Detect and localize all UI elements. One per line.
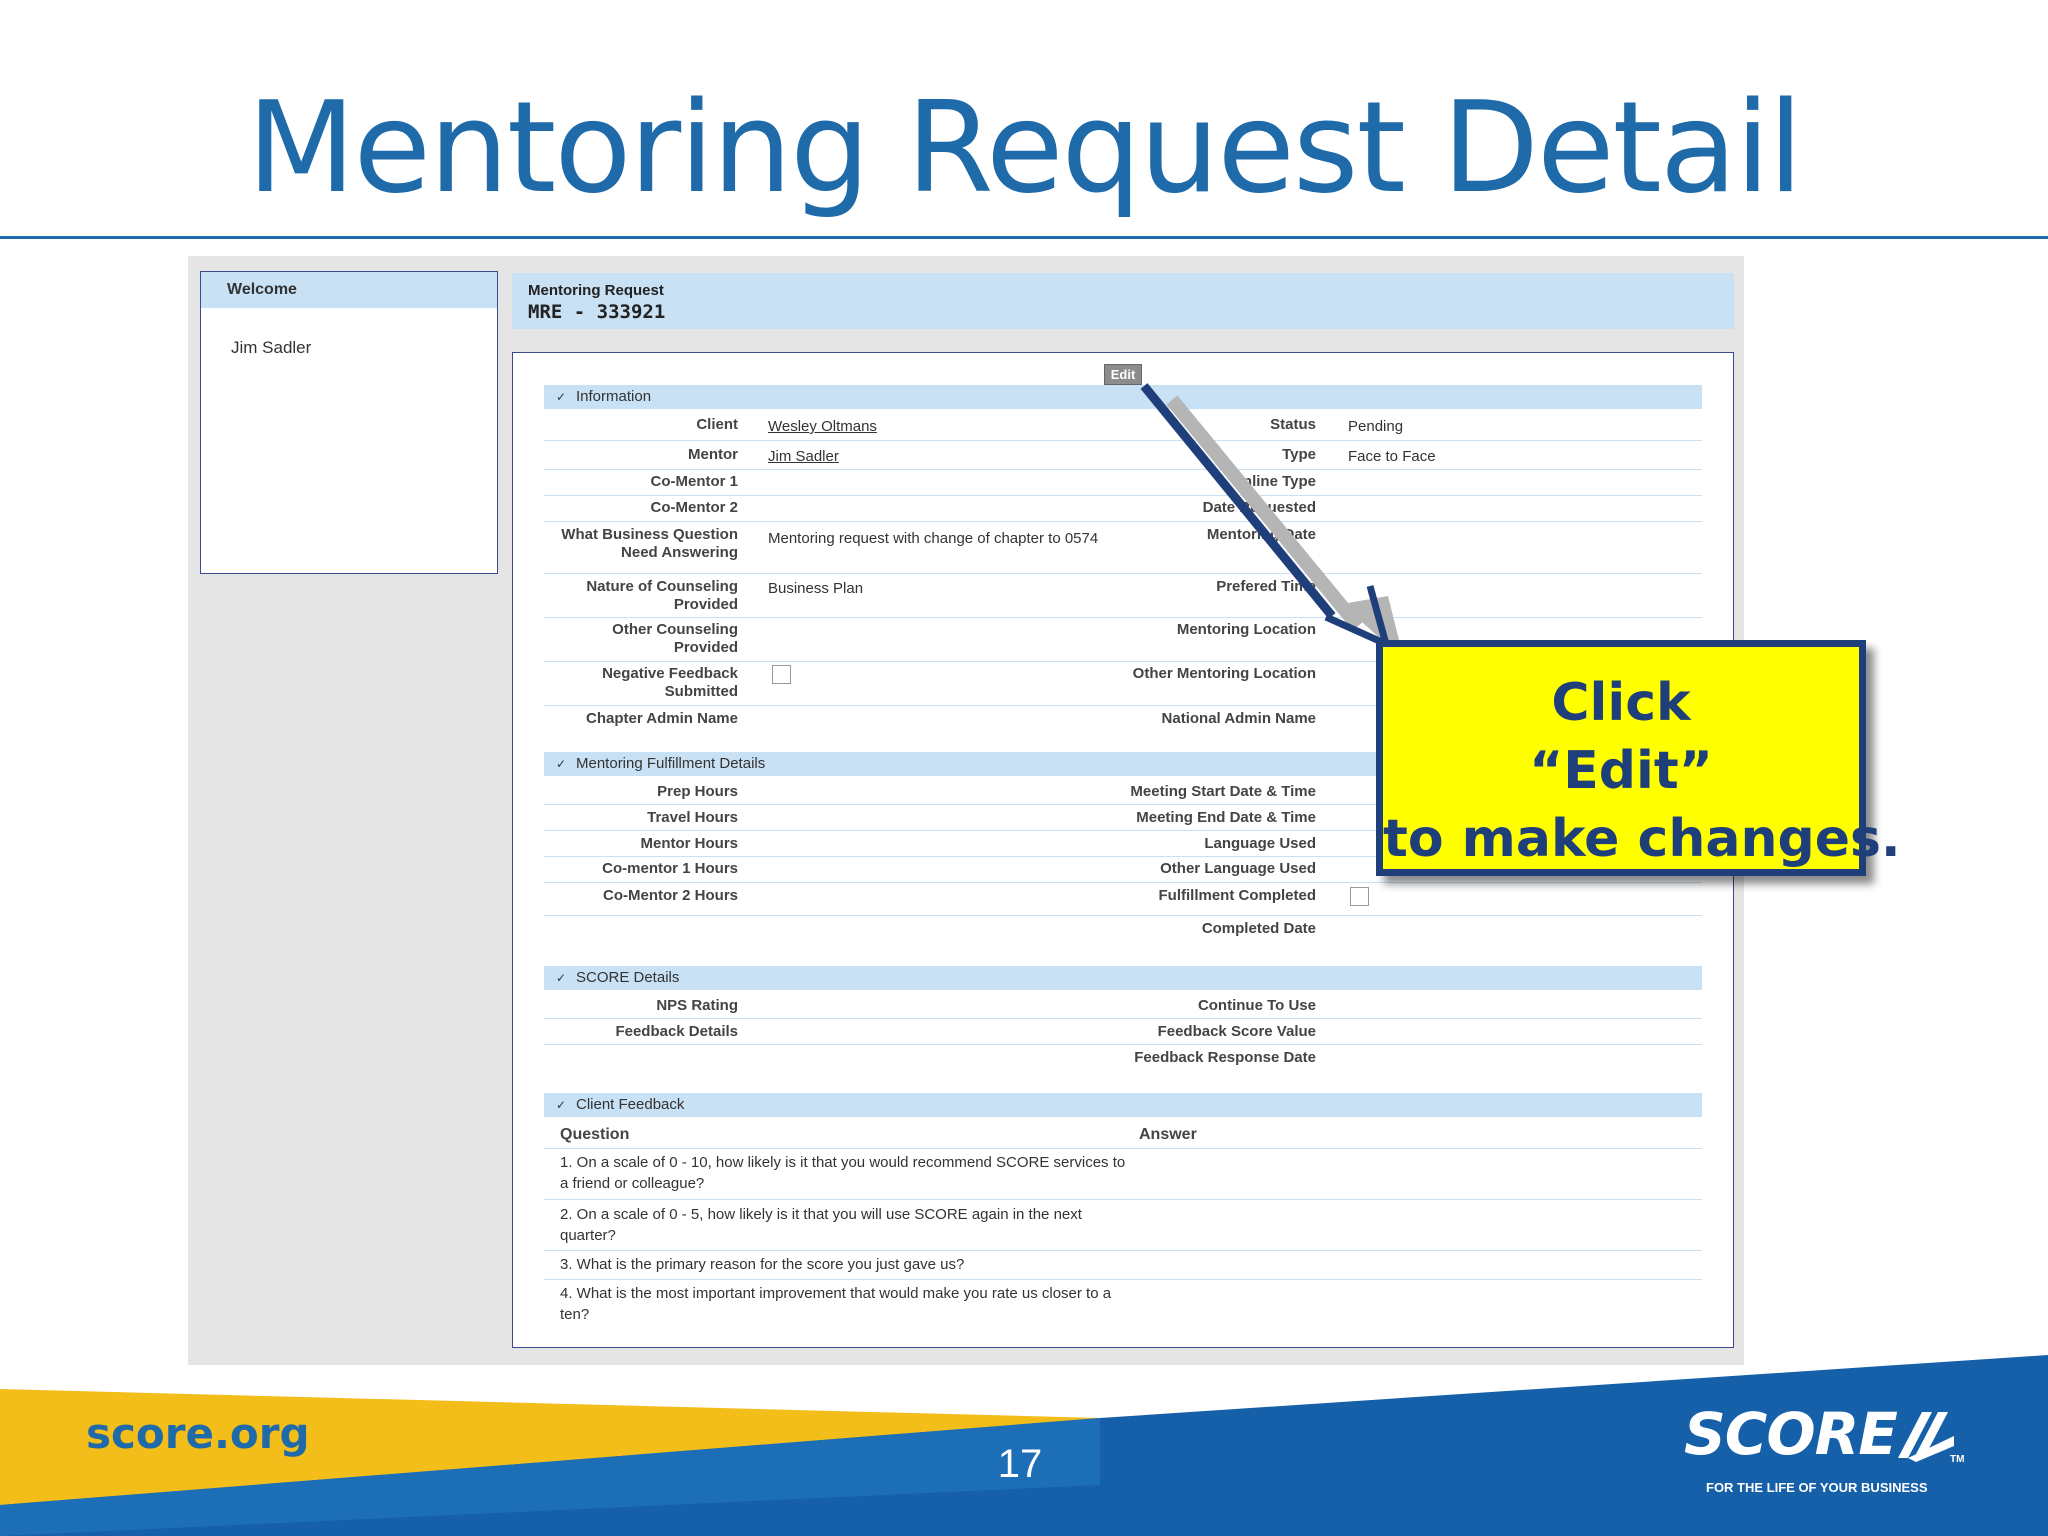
fulfillment-row: Completed Date — [544, 916, 1702, 944]
chevron-down-icon: ✓ — [556, 390, 567, 404]
other-counseling-label: Other Counseling Provided — [612, 621, 738, 656]
welcome-header: Welcome — [201, 272, 497, 308]
language-used-label: Language Used — [1204, 835, 1316, 852]
logo-wordmark: SCORE — [1684, 1400, 1898, 1468]
comentor1-hours-label: Co-mentor 1 Hours — [602, 860, 738, 877]
type-label: Type — [1282, 446, 1316, 463]
nps-rating-label: NPS Rating — [656, 997, 738, 1014]
business-question-value: Mentoring request with change of chapter… — [768, 530, 1099, 547]
feedback-question: 4. What is the most important improvemen… — [560, 1285, 1112, 1323]
chapter-admin-label: Chapter Admin Name — [586, 710, 738, 727]
section-title: Client Feedback — [576, 1096, 685, 1113]
business-question-label: What Business Question Need Answering — [561, 526, 738, 561]
section-client-feedback[interactable]: ✓ Client Feedback — [544, 1093, 1702, 1117]
score-row: NPS Rating Continue To Use — [544, 993, 1702, 1019]
mentoring-date-label: Mentoring Date — [1206, 526, 1316, 543]
feedback-question-row: 2. On a scale of 0 - 5, how likely is it… — [544, 1200, 1702, 1251]
status-value: Pending — [1348, 418, 1404, 435]
request-header: Mentoring Request MRE - 333921 — [512, 273, 1734, 329]
info-row-nature: Nature of Counseling Provided Business P… — [544, 574, 1702, 618]
completed-date-label: Completed Date — [1201, 920, 1316, 937]
request-id: MRE - 333921 — [528, 301, 666, 323]
negative-feedback-checkbox[interactable] — [772, 665, 791, 684]
meeting-end-label: Meeting End Date & Time — [1136, 809, 1316, 826]
score-row: Feedback Details Feedback Score Value — [544, 1019, 1702, 1045]
comentor2-hours-label: Co-Mentor 2 Hours — [603, 887, 738, 904]
nature-label: Nature of Counseling Provided — [586, 578, 738, 613]
continue-to-use-label: Continue To Use — [1197, 997, 1316, 1014]
comentor2-label: Co-Mentor 2 — [650, 499, 739, 516]
info-row-comentor1: Co-Mentor 1 Online Type — [544, 470, 1702, 496]
mentoring-location-label: Mentoring Location — [1176, 621, 1316, 638]
fulfillment-row: Co-Mentor 2 Hours Fulfillment Completed — [544, 883, 1702, 916]
section-information[interactable]: ✓ Information — [544, 385, 1702, 409]
section-title: Information — [576, 388, 652, 405]
section-title: Mentoring Fulfillment Details — [576, 755, 766, 772]
title-divider — [0, 236, 2048, 239]
page-number: 17 — [997, 1442, 1043, 1486]
feedback-score-value-label: Feedback Score Value — [1157, 1023, 1316, 1040]
meeting-start-label: Meeting Start Date & Time — [1130, 783, 1316, 800]
callout-line: Click — [1551, 673, 1691, 733]
prep-hours-label: Prep Hours — [657, 783, 738, 800]
feedback-question: 2. On a scale of 0 - 5, how likely is it… — [560, 1206, 1082, 1244]
feedback-question-row: 1. On a scale of 0 - 10, how likely is i… — [544, 1149, 1702, 1200]
callout-line: to make changes. — [1383, 809, 1901, 869]
score-row: Feedback Response Date — [544, 1045, 1702, 1071]
mentor-link[interactable]: Jim Sadler — [768, 448, 1138, 466]
callout-line: “Edit” — [1529, 741, 1713, 801]
logo-tagline: FOR THE LIFE OF YOUR BUSINESS — [1706, 1480, 1928, 1495]
feedback-question: 3. What is the primary reason for the sc… — [560, 1256, 965, 1273]
info-row-mentor: Mentor Jim Sadler Type Face to Face — [544, 441, 1702, 470]
question-column-header: Question — [560, 1126, 630, 1143]
other-language-label: Other Language Used — [1160, 860, 1316, 877]
answer-column-header: Answer — [1139, 1126, 1197, 1143]
feedback-question-row: 3. What is the primary reason for the sc… — [544, 1251, 1702, 1280]
site-url: score.org — [86, 1409, 310, 1458]
chevron-down-icon: ✓ — [556, 1098, 567, 1112]
online-type-label: Online Type — [1231, 473, 1316, 490]
feedback-header-row: Question Answer — [544, 1120, 1702, 1149]
mentor-label: Mentor — [688, 446, 738, 463]
status-label: Status — [1270, 416, 1316, 433]
info-row-client: Client Wesley Oltmans Status Pending — [544, 412, 1702, 441]
chevron-down-icon: ✓ — [556, 971, 567, 985]
info-row-business-question: What Business Question Need Answering Me… — [544, 522, 1702, 574]
welcome-panel: Welcome Jim Sadler — [200, 271, 498, 574]
nature-value: Business Plan — [768, 580, 864, 597]
fulfillment-completed-label: Fulfillment Completed — [1158, 887, 1317, 904]
negative-feedback-label: Negative Feedback Submitted — [602, 665, 738, 700]
type-value: Face to Face — [1348, 448, 1436, 465]
feedback-details-label: Feedback Details — [615, 1023, 738, 1040]
instruction-callout: Click “Edit” to make changes. — [1376, 640, 1901, 876]
date-requested-label: Date Requested — [1202, 499, 1316, 516]
request-label: Mentoring Request — [528, 282, 664, 299]
travel-hours-label: Travel Hours — [647, 809, 738, 826]
logo-slashes-icon — [1898, 1412, 1954, 1462]
comentor1-label: Co-Mentor 1 — [650, 473, 739, 490]
fulfillment-completed-checkbox[interactable] — [1350, 887, 1369, 906]
trademark: TM — [1950, 1454, 1965, 1465]
other-location-label: Other Mentoring Location — [1132, 665, 1316, 682]
client-label: Client — [696, 416, 738, 433]
national-admin-label: National Admin Name — [1161, 710, 1316, 727]
feedback-response-date-label: Feedback Response Date — [1134, 1049, 1316, 1066]
welcome-user-name[interactable]: Jim Sadler — [201, 308, 497, 358]
chevron-down-icon: ✓ — [556, 757, 567, 771]
section-score-details[interactable]: ✓ SCORE Details — [544, 966, 1702, 990]
client-link[interactable]: Wesley Oltmans — [768, 418, 1138, 436]
info-row-comentor2: Co-Mentor 2 Date Requested — [544, 496, 1702, 522]
score-logo: SCORE TM FOR THE LIFE OF YOUR BUSINESS — [1684, 1400, 1984, 1510]
feedback-question-row: 4. What is the most important improvemen… — [544, 1280, 1702, 1330]
prefered-time-label: Prefered Time — [1216, 578, 1316, 595]
slide-title: Mentoring Request Detail — [246, 74, 1803, 221]
feedback-question: 1. On a scale of 0 - 10, how likely is i… — [560, 1154, 1126, 1192]
edit-button[interactable]: Edit — [1104, 364, 1142, 385]
mentor-hours-label: Mentor Hours — [640, 835, 739, 852]
section-title: SCORE Details — [576, 969, 680, 986]
